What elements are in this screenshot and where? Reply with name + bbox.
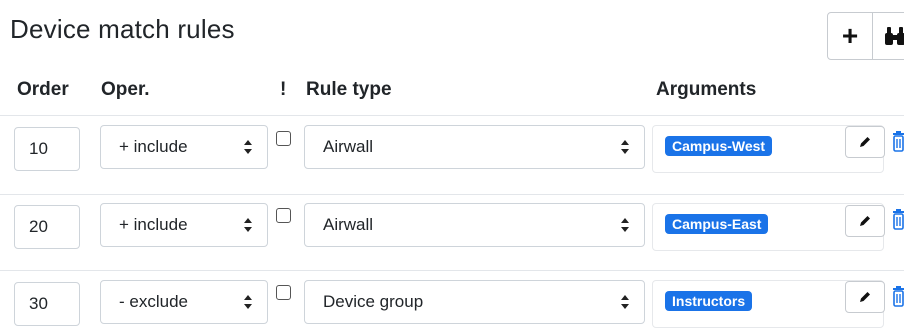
plus-icon: + (841, 20, 859, 51)
chevron-updown-icon (621, 295, 629, 309)
oper-select[interactable]: - exclude (100, 280, 268, 324)
order-input[interactable]: 10 (14, 127, 80, 171)
chevron-updown-icon (244, 218, 252, 232)
trash-icon[interactable] (892, 208, 904, 230)
order-input[interactable]: 20 (14, 205, 80, 249)
pencil-icon (860, 216, 870, 226)
binoculars-icon (885, 27, 904, 45)
argument-badge: Campus-East (665, 214, 769, 234)
pencil-icon (860, 137, 870, 147)
column-header-order: Order (17, 79, 69, 100)
oper-select[interactable]: + include (100, 125, 268, 169)
rule-type-select-value: Airwall (323, 215, 374, 234)
argument-badge: Campus-West (665, 136, 773, 156)
find-button[interactable] (872, 13, 904, 59)
rule-type-select-value: Device group (323, 292, 424, 311)
add-rule-button[interactable]: + (828, 13, 872, 59)
edit-button[interactable] (845, 126, 885, 158)
rule-type-select[interactable]: Airwall (304, 125, 645, 169)
chevron-updown-icon (244, 295, 252, 309)
edit-button[interactable] (845, 205, 885, 237)
column-header-negate: ! (280, 79, 287, 100)
toolbar: + (827, 12, 904, 60)
column-header-rule-type: Rule type (306, 79, 392, 100)
pencil-icon (860, 292, 870, 302)
negate-checkbox[interactable] (276, 208, 291, 223)
rule-type-select-value: Airwall (323, 137, 374, 156)
trash-icon[interactable] (892, 285, 904, 307)
argument-badge: Instructors (665, 291, 753, 311)
row-divider (0, 194, 904, 195)
rule-type-select[interactable]: Airwall (304, 203, 645, 247)
page-title: Device match rules (10, 14, 235, 44)
negate-checkbox[interactable] (276, 131, 291, 146)
row-divider (0, 115, 904, 116)
row-divider (0, 270, 904, 271)
chevron-updown-icon (621, 218, 629, 232)
column-header-arguments: Arguments (656, 79, 757, 100)
oper-select-value: + include (119, 215, 188, 234)
oper-select-value: - exclude (119, 292, 188, 311)
negate-checkbox[interactable] (276, 285, 291, 300)
trash-icon[interactable] (892, 130, 904, 152)
order-input[interactable]: 30 (14, 282, 80, 326)
column-header-oper: Oper. (101, 79, 150, 100)
oper-select-value: + include (119, 137, 188, 156)
chevron-updown-icon (621, 140, 629, 154)
chevron-updown-icon (244, 140, 252, 154)
oper-select[interactable]: + include (100, 203, 268, 247)
rule-type-select[interactable]: Device group (304, 280, 645, 324)
edit-button[interactable] (845, 281, 885, 313)
